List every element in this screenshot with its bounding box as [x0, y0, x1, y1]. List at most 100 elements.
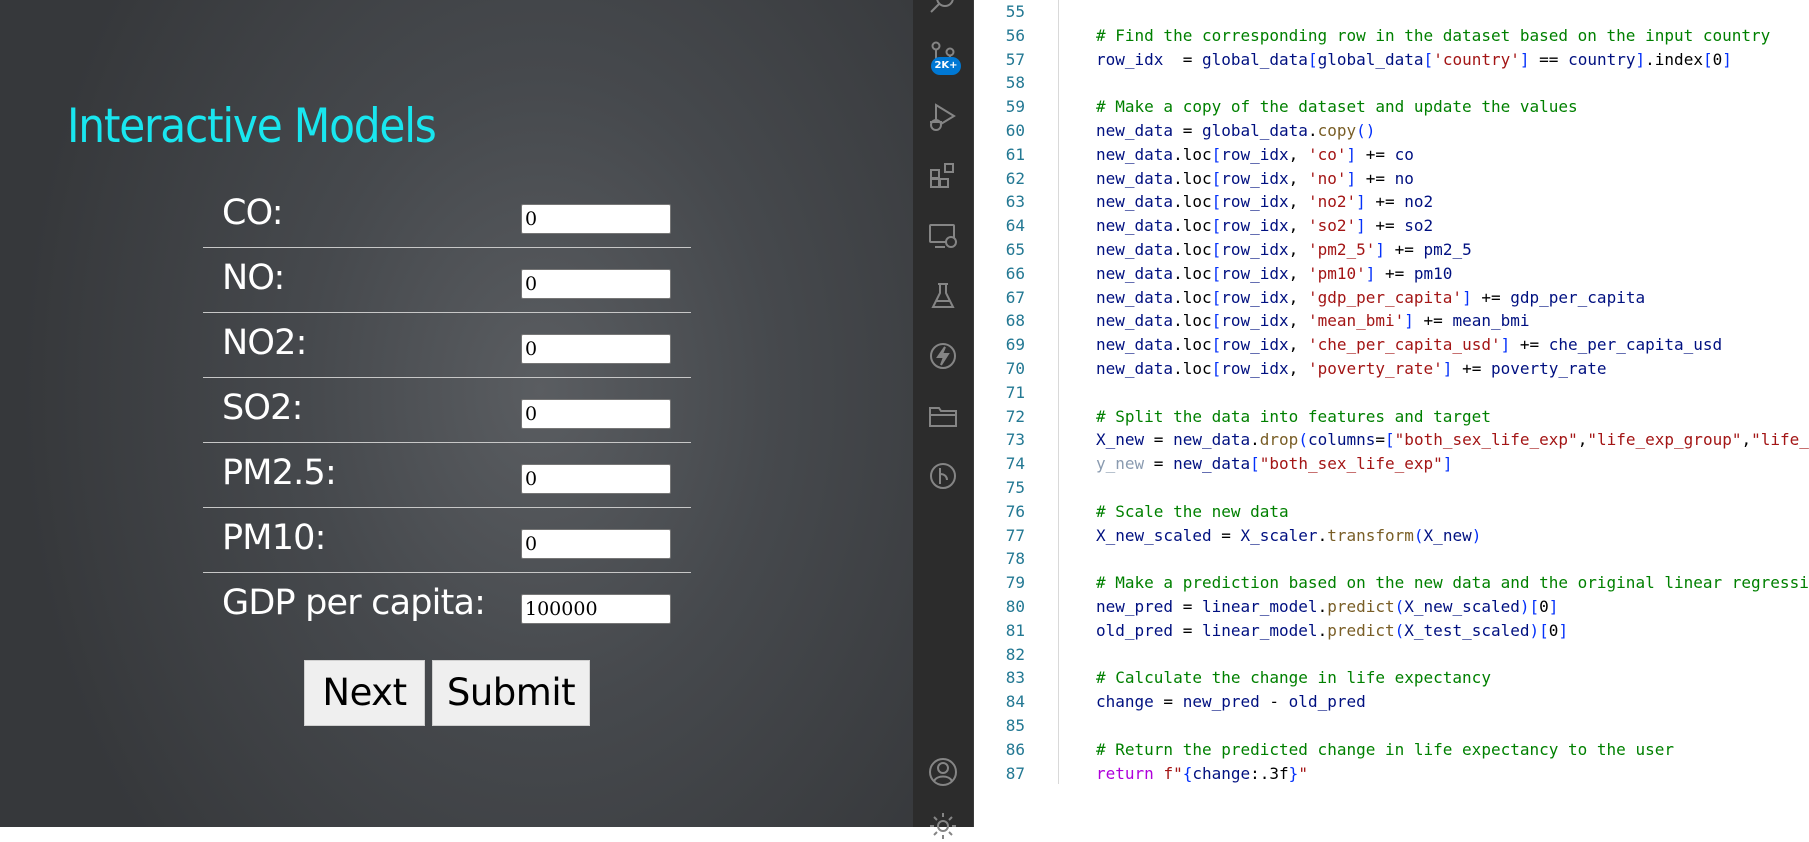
line-number: 82 [1005, 644, 1025, 664]
no-input[interactable] [521, 269, 671, 299]
testing-icon[interactable] [927, 280, 959, 312]
code-token: predict [1327, 620, 1395, 640]
code-token: [ [1211, 192, 1222, 212]
code-token: ] [1365, 263, 1376, 283]
code-token: += [1413, 311, 1453, 331]
code-token: += [1356, 168, 1395, 188]
next-button[interactable]: Next [304, 660, 425, 726]
line-number: 60 [1005, 121, 1025, 140]
code-editor[interactable]: 55 56 57 58 59 60 61 62 63 64 65 66 67 68 69 70 71 72 73 74… [974, 0, 1809, 827]
line-number: 80 [1005, 597, 1025, 616]
lightning-icon[interactable] [927, 340, 959, 372]
search-icon[interactable] [927, 0, 959, 18]
code-token: ] [1346, 168, 1357, 188]
line-number: 83 [1005, 668, 1025, 688]
code-token: [ [1211, 240, 1222, 259]
code-token: = [1144, 430, 1174, 450]
code-token: += [1365, 216, 1405, 236]
code-token: . [1250, 430, 1260, 450]
code-token: [ [1211, 216, 1222, 236]
code-token: , [1288, 335, 1308, 355]
code-line: new_data.loc[row_idx, 'gdp_per_capita'] … [1096, 286, 1645, 310]
folder-icon[interactable] [927, 400, 959, 432]
code-token: country [1568, 49, 1636, 69]
code-token: ] [1548, 597, 1559, 616]
code-token: # Return the predicted change in life ex… [1096, 739, 1674, 759]
code-line: row_idx = global_data[global_data['count… [1096, 48, 1732, 72]
line-number: 64 [1005, 216, 1025, 236]
code-line: new_data.loc[row_idx, 'che_per_capita_us… [1096, 333, 1722, 357]
gdp-per-capita-input[interactable] [521, 594, 671, 624]
pm2-5-input[interactable] [521, 464, 671, 494]
code-token: no [1394, 168, 1414, 188]
code-token: = [1153, 692, 1183, 712]
line-number: 78 [1005, 549, 1025, 569]
code-token: row_idx [1221, 144, 1289, 164]
code-token: new_data [1096, 192, 1174, 212]
code-line: return f"{change:.3f}" [1096, 762, 1308, 786]
code-token: new_data [1096, 216, 1174, 236]
line-number: 57 [1005, 49, 1025, 69]
code-token: += [1510, 335, 1549, 355]
line-number: 69 [1005, 335, 1025, 355]
git-graph-icon[interactable] [927, 460, 959, 492]
code-token: row_idx [1096, 49, 1164, 69]
code-token: :.3f [1250, 763, 1289, 783]
submit-button[interactable]: Submit [432, 660, 590, 726]
no2-input[interactable] [521, 334, 671, 364]
code-token: += [1385, 240, 1424, 259]
code-token: X_new_scaled [1404, 597, 1520, 616]
code-token: "life_exp_group" [1587, 430, 1742, 450]
field-row-gdp: GDP per capita: [203, 573, 691, 637]
code-token: f" [1163, 763, 1183, 783]
code-line: new_data.loc[row_idx, 'co'] += co [1096, 143, 1414, 167]
code-token: # Make a prediction based on the new dat… [1096, 573, 1809, 593]
code-line: change = new_pred - old_pred [1096, 690, 1366, 714]
code-token: ] [1722, 49, 1732, 69]
code-token: ] [1462, 287, 1472, 307]
line-number: 87 [1005, 763, 1025, 783]
co-input[interactable] [521, 204, 671, 234]
code-token: no2 [1404, 192, 1434, 212]
line-number: 86 [1005, 739, 1025, 759]
run-debug-icon[interactable] [927, 101, 959, 133]
code-token: = [1163, 49, 1202, 69]
code-token: # Scale the new data [1096, 501, 1289, 521]
account-icon[interactable] [927, 756, 959, 788]
code-token: co [1394, 144, 1414, 164]
code-token: new_data [1096, 335, 1174, 355]
remote-explorer-icon[interactable] [927, 220, 959, 252]
so2-label: SO2: [222, 388, 303, 428]
pm10-input[interactable] [521, 529, 671, 559]
pm2-5-label: PM2.5: [222, 453, 337, 493]
code-token: # Make a copy of the dataset and update … [1096, 97, 1578, 117]
extensions-icon[interactable] [927, 160, 959, 192]
code-token: row_idx [1221, 168, 1289, 188]
code-token: X_test_scaled [1404, 620, 1530, 640]
code-token: [ [1307, 49, 1318, 69]
code-token: old_pred [1096, 620, 1174, 640]
code-token: "both_sex_life_exp" [1259, 454, 1443, 474]
so2-input[interactable] [521, 399, 671, 429]
code-token: global_data [1201, 49, 1308, 69]
code-token: , [1288, 311, 1308, 331]
line-number: 77 [1005, 525, 1025, 545]
code-line: new_data.loc[row_idx, 'no2'] += no2 [1096, 190, 1433, 214]
code-token: mean_bmi [1452, 311, 1530, 331]
code-token: [ [1211, 287, 1222, 307]
code-token: .loc [1173, 192, 1212, 212]
code-token: 'gdp_per_capita' [1307, 287, 1463, 307]
pm10-label: PM10: [222, 518, 326, 558]
code-line: y_new = new_data["both_sex_life_exp"] [1096, 452, 1452, 476]
code-token: global_data [1317, 49, 1424, 69]
settings-gear-icon[interactable] [927, 810, 959, 842]
code-token: , [1288, 144, 1308, 164]
code-token: "life_ [1751, 430, 1809, 450]
code-token: " [1298, 763, 1308, 783]
code-token: 'pm2_5' [1307, 240, 1376, 259]
code-token: pm10 [1413, 263, 1453, 283]
code-token: . [1317, 525, 1328, 545]
code-token: "both_sex_life_exp" [1394, 430, 1578, 450]
code-line: # Split the data into features and targe… [1096, 405, 1491, 429]
